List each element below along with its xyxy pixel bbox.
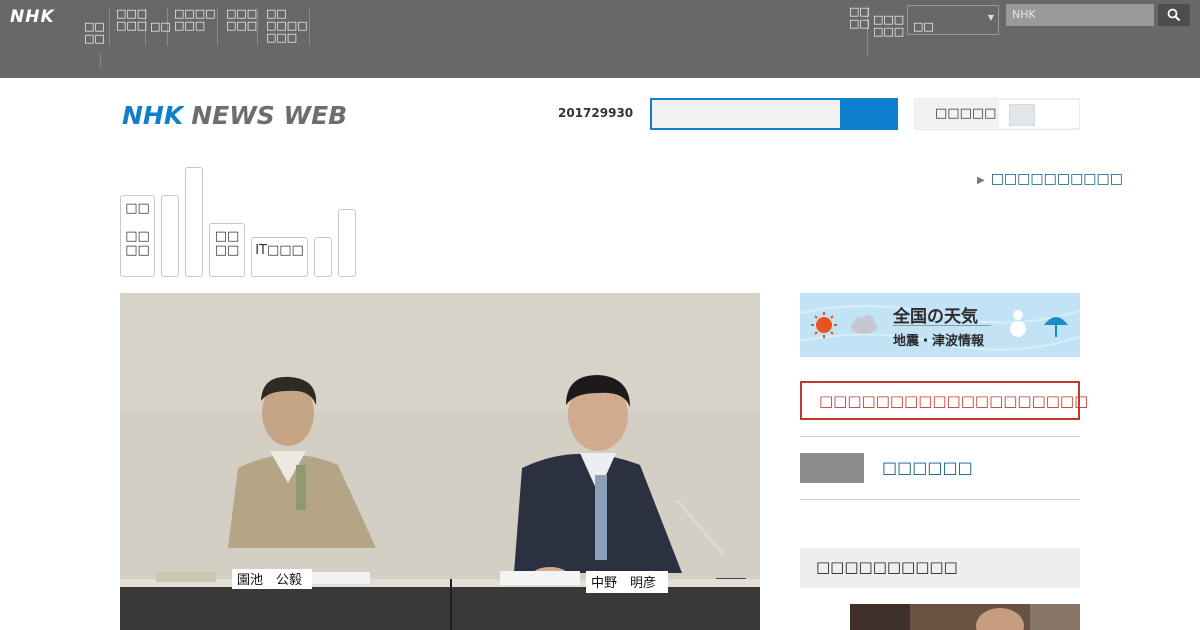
global-right-nav: □□ □□ □□□ □□□ — [849, 6, 904, 56]
triangle-right-icon: ▶ — [977, 175, 985, 186]
global-right-item[interactable]: □□ □□ — [849, 6, 870, 56]
chevron-down-icon: ▼ — [987, 13, 994, 22]
global-search-input[interactable]: NHK — [1006, 4, 1154, 26]
snowman-icon — [1013, 310, 1023, 320]
top-right-link[interactable]: ▶ □□□□□□□□□□ — [977, 171, 1123, 187]
global-nav-item[interactable]: □□□ □□□ — [110, 8, 147, 46]
quake-tsunami-link[interactable]: 地震・津波情報 — [893, 330, 984, 349]
nhk-global-logo[interactable]: NHK — [10, 7, 55, 27]
sidebar-divider — [800, 499, 1080, 500]
thumbnail-placeholder[interactable] — [800, 453, 864, 483]
global-nav-bar: NHK □□ □□ □□□ □□□ □□ □□□□ □□□ □□□ □□□ □□… — [0, 0, 1200, 78]
global-search-button[interactable] — [1158, 4, 1190, 26]
global-nav-item[interactable]: □□□ □□□ — [218, 8, 258, 46]
global-nav-item[interactable]: □□ — [146, 8, 171, 46]
alert-banner[interactable]: □□□□□□□□□□□□□□□□□□□ — [800, 381, 1088, 420]
top-news-photo[interactable]: 園池 公毅 中野 明彦 — [120, 293, 760, 630]
weather-banner[interactable]: 全国の天気 地震・津波情報 — [800, 293, 1080, 357]
toggle-track[interactable] — [999, 100, 1079, 128]
global-nav-item[interactable]: □□□□ □□□ — [168, 8, 218, 46]
site-search-input[interactable] — [650, 98, 842, 130]
site-search-button[interactable] — [842, 98, 898, 130]
top-right-link-text: □□□□□□□□□□ — [990, 171, 1123, 187]
weather-divider — [893, 325, 991, 326]
nameplate-right: 中野 明彦 — [591, 575, 656, 591]
news-web-logo[interactable]: NHK NEWS WEB — [122, 101, 347, 130]
global-right-item[interactable]: □□□ □□□ — [868, 6, 904, 38]
sidebar-section-heading: □□□□□□□□□□ — [800, 548, 1080, 588]
search-icon — [1167, 8, 1181, 22]
display-switch-label: □□□□□ — [935, 106, 997, 121]
logo-nhk-text: NHK — [122, 101, 184, 130]
sidebar-news-thumbnail[interactable] — [850, 604, 1080, 630]
sidebar-link[interactable]: □□□□□□ — [882, 458, 973, 477]
sun-icon — [816, 317, 832, 333]
category-item[interactable]: □□ □□ □□ — [120, 195, 155, 277]
weather-title: 全国の天気 — [893, 307, 978, 327]
category-item[interactable] — [185, 167, 203, 277]
logo-news-web-text: NEWS WEB — [191, 101, 348, 130]
category-item[interactable]: IT□□□ — [251, 237, 308, 277]
sidebar-divider — [800, 436, 1080, 437]
region-select-value: □□ — [913, 20, 934, 33]
global-nav-divider — [100, 54, 101, 68]
header-date: 201729930 — [558, 106, 634, 120]
news-thumbnail-image — [850, 604, 1080, 630]
region-select[interactable]: □□ ▼ — [907, 5, 999, 35]
global-nav: □□ □□ □□□ □□□ □□ □□□□ □□□ □□□ □□□ □□ □□□… — [82, 8, 310, 46]
category-item[interactable] — [161, 195, 179, 277]
toggle-knob[interactable] — [1009, 104, 1035, 126]
global-nav-item[interactable]: □□ □□□□ □□□ — [258, 8, 310, 46]
category-item[interactable] — [314, 237, 332, 277]
category-item[interactable]: □□ □□ — [209, 223, 245, 277]
press-conference-image: 園池 公毅 中野 明彦 — [120, 293, 760, 630]
category-item[interactable] — [338, 209, 356, 277]
display-switch[interactable]: □□□□□ — [914, 98, 1080, 130]
nameplate-left: 園池 公毅 — [237, 572, 302, 588]
global-nav-item[interactable]: □□ □□ — [82, 8, 110, 46]
